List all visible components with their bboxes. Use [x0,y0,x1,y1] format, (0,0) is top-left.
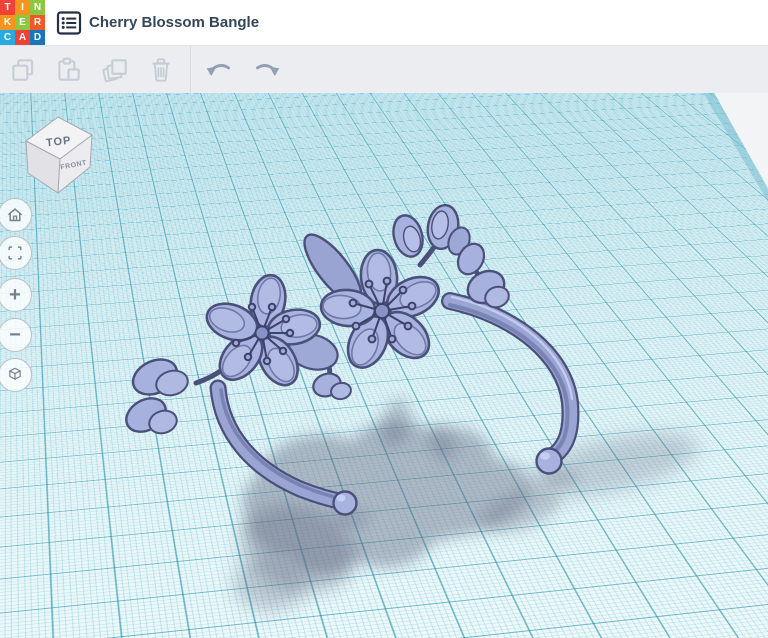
view-cube[interactable]: TOP FRONT [16,105,104,201]
home-icon [7,208,23,222]
logo-cell: R [30,15,45,30]
minus-glyph: − [9,324,21,346]
logo-cell: I [15,0,30,15]
perspective-cube-icon [8,367,22,380]
viewport-3d[interactable]: TOP FRONT + − [0,93,768,638]
header-bar: T I N K E R C A D Cherry Blossom Bangle [0,0,768,46]
tinkercad-logo[interactable]: T I N K E R C A D [0,0,45,45]
edit-toolbar [0,46,768,93]
buds-left [125,358,189,435]
logo-cell: T [0,0,15,15]
trash-icon [152,57,170,82]
logo-cell: A [15,30,30,45]
logo-cell: K [0,15,15,30]
plus-glyph: + [9,284,21,306]
undo-button[interactable] [201,51,239,89]
model-shadow [234,399,698,611]
fit-view-icon [8,246,22,260]
logo-cell: D [30,30,45,45]
paste-button[interactable] [50,51,88,89]
redo-button[interactable] [247,51,285,89]
undo-icon [206,63,231,76]
paste-icon [58,57,80,81]
bud-cluster-top [392,203,486,276]
logo-cell: N [30,0,45,15]
delete-button[interactable] [142,51,180,89]
toolbar-divider [190,46,191,93]
copy-icon [12,58,34,81]
model-cherry-blossom-bangle[interactable] [0,93,768,638]
design-properties-button[interactable] [56,10,82,36]
tinkercad-app: T I N K E R C A D Cherry Blossom Bangle [0,0,768,638]
bud-bottom [312,372,352,401]
logo-cell: E [15,15,30,30]
duplicate-button[interactable] [96,51,134,89]
copy-button[interactable] [4,51,42,89]
list-icon [56,11,82,35]
logo-cell: C [0,30,15,45]
redo-icon [255,63,280,76]
design-title: Cherry Blossom Bangle [89,14,260,31]
duplicate-icon [102,58,127,82]
